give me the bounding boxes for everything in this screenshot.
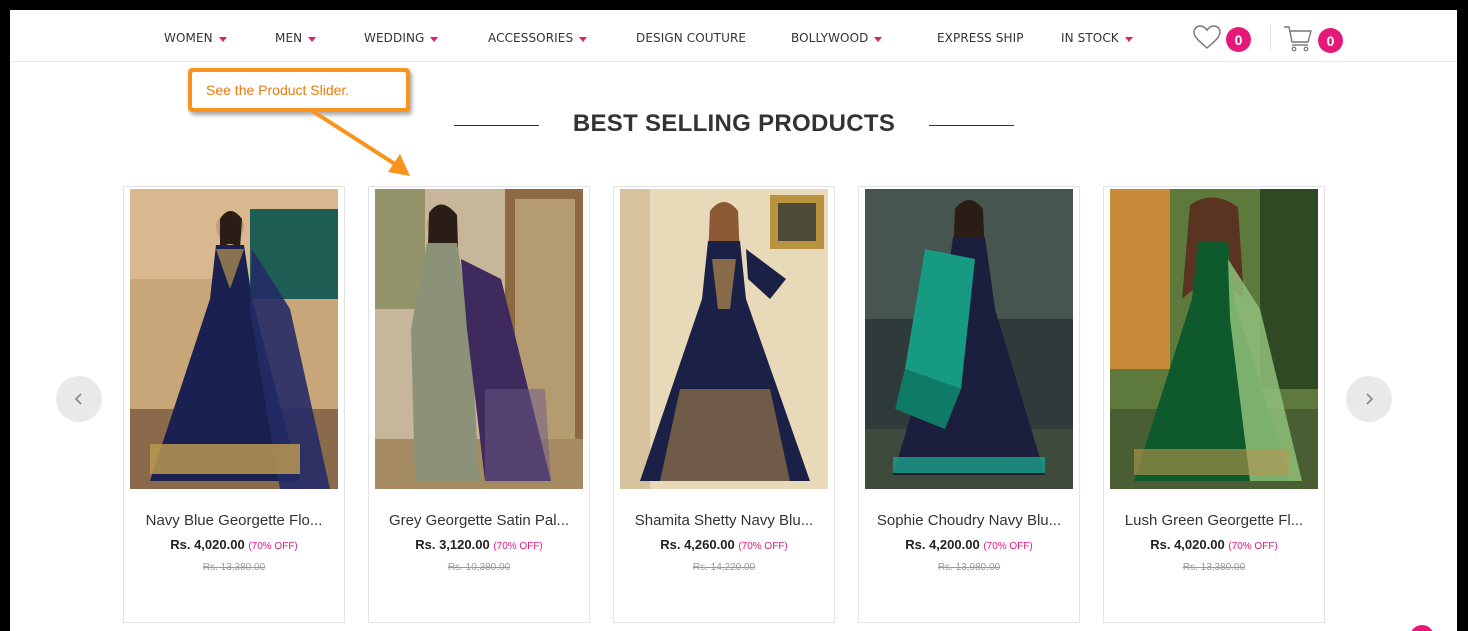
product-name[interactable]: Grey Georgette Satin Pal... — [369, 512, 589, 529]
caret-down-icon — [579, 36, 588, 42]
price-value: Rs. 4,260.00 — [660, 537, 735, 552]
nav-label: WEDDING — [364, 31, 425, 45]
price-value: Rs. 3,120.00 — [415, 537, 490, 552]
nav-item-accessories[interactable]: ACCESSORIES — [488, 31, 588, 45]
page-frame: WOMEN MEN WEDDING ACCESSORIES DESIGN COU… — [10, 10, 1457, 631]
slider-prev-button[interactable] — [56, 376, 102, 422]
nav-item-women[interactable]: WOMEN — [164, 31, 227, 45]
slider-next-button[interactable] — [1346, 376, 1392, 422]
price-value: Rs. 4,200.00 — [905, 537, 980, 552]
nav-label: ACCESSORIES — [488, 31, 574, 45]
nav-label: WOMEN — [164, 31, 213, 45]
product-image[interactable] — [1110, 189, 1318, 489]
product-card[interactable]: Lush Green Georgette Fl... Rs. 4,020.00 … — [1103, 186, 1325, 623]
callout-text: See the Product Slider. — [192, 72, 406, 108]
nav-item-in-stock[interactable]: IN STOCK — [1061, 31, 1133, 45]
nav-label: EXPRESS SHIP — [937, 31, 1024, 45]
discount-label: (70% OFF) — [1228, 541, 1278, 552]
nav-item-men[interactable]: MEN — [275, 31, 317, 45]
original-price: Rs. 10,380.00 — [447, 562, 511, 573]
nav-item-bollywood[interactable]: BOLLYWOOD — [791, 31, 883, 45]
nav-label: IN STOCK — [1061, 31, 1119, 45]
product-name[interactable]: Sophie Choudry Navy Blu... — [859, 512, 1079, 529]
nav-label: BOLLYWOOD — [791, 31, 869, 45]
nav-label: DESIGN COUTURE — [636, 31, 747, 45]
price-value: Rs. 4,020.00 — [1150, 537, 1225, 552]
original-price: Rs. 13,980.00 — [937, 562, 1001, 573]
product-image[interactable] — [130, 189, 338, 489]
heading-divider-right — [929, 125, 1014, 126]
chat-bubble-icon[interactable] — [1410, 625, 1434, 631]
original-price: Rs. 13,380.00 — [1182, 562, 1246, 573]
product-card[interactable]: Shamita Shetty Navy Blu... Rs. 4,260.00 … — [613, 186, 835, 623]
original-price: Rs. 14,220.00 — [692, 562, 756, 573]
product-image[interactable] — [375, 189, 583, 489]
caret-down-icon — [218, 36, 227, 42]
product-name[interactable]: Lush Green Georgette Fl... — [1104, 512, 1324, 529]
product-image[interactable] — [865, 189, 1073, 489]
nav-divider — [1270, 25, 1271, 51]
original-price: Rs. 13,380.00 — [202, 562, 266, 573]
product-price: Rs. 4,260.00 (70% OFF) — [614, 537, 834, 552]
product-price: Rs. 4,020.00 (70% OFF) — [124, 537, 344, 552]
section-heading: BEST SELLING PRODUCTS — [454, 110, 1014, 140]
discount-label: (70% OFF) — [493, 541, 543, 552]
product-image[interactable] — [620, 189, 828, 489]
discount-label: (70% OFF) — [983, 541, 1033, 552]
caret-down-icon — [430, 36, 439, 42]
wishlist-count-badge: 0 — [1226, 27, 1251, 52]
nav-item-design-couture[interactable]: DESIGN COUTURE — [636, 31, 746, 45]
section-title: BEST SELLING PRODUCTS — [572, 110, 896, 137]
product-name[interactable]: Shamita Shetty Navy Blu... — [614, 512, 834, 529]
caret-down-icon — [1124, 36, 1133, 42]
nav-item-wedding[interactable]: WEDDING — [364, 31, 439, 45]
chevron-right-icon — [1366, 393, 1374, 405]
nav-item-express-ship[interactable]: EXPRESS SHIP — [937, 31, 1024, 45]
cart-icon — [1282, 24, 1314, 57]
nav-label: MEN — [275, 31, 303, 45]
heart-icon — [1192, 24, 1222, 55]
product-card[interactable]: Navy Blue Georgette Flo... Rs. 4,020.00 … — [123, 186, 345, 623]
wishlist-button[interactable]: 0 — [1192, 24, 1251, 55]
product-card[interactable]: Grey Georgette Satin Pal... Rs. 3,120.00… — [368, 186, 590, 623]
caret-down-icon — [874, 36, 883, 42]
cart-button[interactable]: 0 — [1282, 24, 1343, 57]
product-price: Rs. 4,020.00 (70% OFF) — [1104, 537, 1324, 552]
product-name[interactable]: Navy Blue Georgette Flo... — [124, 512, 344, 529]
main-nav: WOMEN MEN WEDDING ACCESSORIES DESIGN COU… — [10, 10, 1457, 62]
caret-down-icon — [308, 36, 317, 42]
discount-label: (70% OFF) — [248, 541, 298, 552]
product-card[interactable]: Sophie Choudry Navy Blu... Rs. 4,200.00 … — [858, 186, 1080, 623]
discount-label: (70% OFF) — [738, 541, 788, 552]
callout-arrow-icon — [312, 110, 410, 176]
chevron-left-icon — [74, 393, 82, 405]
product-price: Rs. 3,120.00 (70% OFF) — [369, 537, 589, 552]
price-value: Rs. 4,020.00 — [170, 537, 245, 552]
product-price: Rs. 4,200.00 (70% OFF) — [859, 537, 1079, 552]
cart-count-badge: 0 — [1318, 28, 1343, 53]
